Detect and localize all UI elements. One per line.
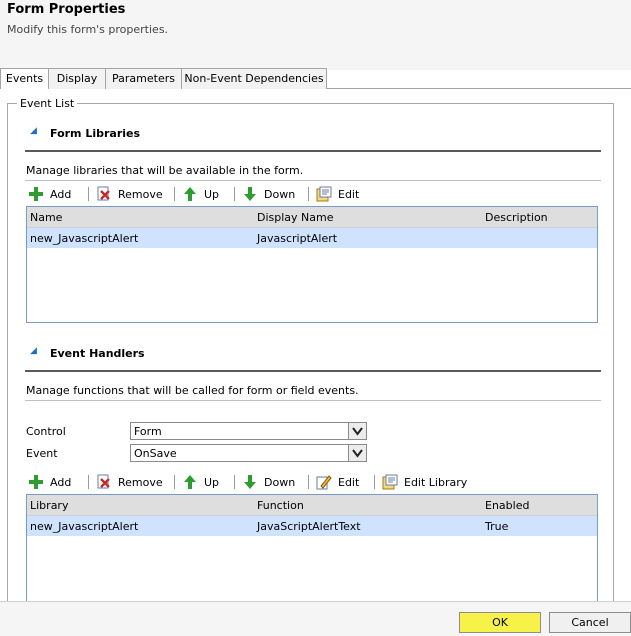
form-libraries-heading: Form Libraries bbox=[50, 127, 141, 140]
add-library-label: Add bbox=[50, 187, 72, 201]
event-select[interactable]: OnSave bbox=[130, 444, 367, 462]
toolbar-separator bbox=[234, 475, 235, 489]
grid-header: Library Function Enabled bbox=[27, 495, 597, 516]
add-library-button[interactable]: Add bbox=[28, 184, 71, 204]
toolbar-separator bbox=[88, 475, 89, 489]
ok-button[interactable]: OK bbox=[459, 612, 541, 633]
control-select[interactable]: Form bbox=[130, 422, 367, 440]
add-icon bbox=[28, 474, 44, 490]
event-list-legend: Event List bbox=[17, 97, 78, 110]
remove-icon bbox=[96, 186, 112, 202]
toolbar-separator bbox=[174, 475, 175, 489]
grid-header: Name Display Name Description bbox=[27, 207, 597, 228]
pencil-edit-icon bbox=[316, 474, 332, 490]
remove-handler-button[interactable]: Remove bbox=[96, 472, 163, 492]
toolbar-separator bbox=[174, 187, 175, 201]
edit-library-label: Edit bbox=[338, 187, 360, 201]
events-tab-panel: Event List ◢ Form Libraries Manage libra… bbox=[0, 89, 631, 623]
event-handlers-heading: Event Handlers bbox=[50, 347, 145, 360]
tab-events[interactable]: Events bbox=[0, 68, 49, 90]
remove-icon bbox=[96, 474, 112, 490]
column-header-display-name[interactable]: Display Name bbox=[257, 211, 334, 224]
section-divider bbox=[25, 150, 601, 152]
edit-handler-button[interactable]: Edit bbox=[316, 472, 359, 492]
column-header-function[interactable]: Function bbox=[257, 499, 304, 512]
column-header-name[interactable]: Name bbox=[30, 211, 62, 224]
chevron-down-icon[interactable] bbox=[348, 445, 366, 461]
toolbar-separator bbox=[308, 187, 309, 201]
tab-non-event-dependencies[interactable]: Non-Event Dependencies bbox=[181, 68, 327, 89]
handler-function-cell: JavaScriptAlertText bbox=[257, 520, 361, 533]
edit-library-handler-label: Edit Library bbox=[404, 475, 468, 489]
form-libraries-grid: Name Display Name Description new_Javasc… bbox=[26, 206, 598, 323]
collapse-triangle-icon[interactable]: ◢ bbox=[30, 126, 37, 136]
remove-library-label: Remove bbox=[118, 187, 163, 201]
toolbar-separator bbox=[308, 475, 309, 489]
column-header-library[interactable]: Library bbox=[30, 499, 68, 512]
section-divider-thin bbox=[25, 400, 601, 401]
dialog-footer: OK Cancel bbox=[0, 601, 631, 636]
add-handler-button[interactable]: Add bbox=[28, 472, 71, 492]
section-divider bbox=[25, 370, 601, 372]
move-up-handler-label: Up bbox=[204, 475, 220, 489]
dialog-header: Form Properties Modify this form's prope… bbox=[0, 0, 631, 70]
edit-library-handler-button[interactable]: Edit Library bbox=[382, 472, 467, 492]
control-label: Control bbox=[26, 425, 66, 438]
down-arrow-icon bbox=[242, 186, 258, 202]
edit-handler-label: Edit bbox=[338, 475, 360, 489]
column-header-description[interactable]: Description bbox=[485, 211, 548, 224]
event-handlers-toolbar: Add Remove Up Down Edit Edit Library bbox=[26, 472, 598, 492]
cancel-button[interactable]: Cancel bbox=[549, 612, 631, 633]
control-select-value: Form bbox=[134, 425, 162, 438]
dialog-subtitle: Modify this form's properties. bbox=[7, 23, 169, 36]
form-libraries-toolbar: Add Remove Up Down Edit bbox=[26, 184, 598, 204]
handler-library-cell: new_JavascriptAlert bbox=[30, 520, 139, 533]
form-libraries-description: Manage libraries that will be available … bbox=[26, 164, 304, 177]
add-handler-label: Add bbox=[50, 475, 72, 489]
move-up-library-button[interactable]: Up bbox=[182, 184, 219, 204]
move-down-library-button[interactable]: Down bbox=[242, 184, 295, 204]
table-row[interactable]: new_JavascriptAlert JavaScriptAlertText … bbox=[27, 516, 597, 536]
move-down-library-label: Down bbox=[264, 187, 296, 201]
handler-enabled-cell: True bbox=[485, 520, 509, 533]
toolbar-separator bbox=[88, 187, 89, 201]
chevron-down-icon[interactable] bbox=[348, 423, 366, 439]
move-down-handler-label: Down bbox=[264, 475, 296, 489]
toolbar-separator bbox=[234, 187, 235, 201]
move-up-library-label: Up bbox=[204, 187, 220, 201]
tab-parameters[interactable]: Parameters bbox=[105, 68, 182, 89]
up-arrow-icon bbox=[182, 474, 198, 490]
event-handlers-grid: Library Function Enabled new_JavascriptA… bbox=[26, 494, 598, 614]
edit-library-icon bbox=[382, 474, 398, 490]
edit-library-button[interactable]: Edit bbox=[316, 184, 359, 204]
move-down-handler-button[interactable]: Down bbox=[242, 472, 295, 492]
library-name-cell: new_JavascriptAlert bbox=[30, 232, 139, 245]
add-icon bbox=[28, 186, 44, 202]
collapse-triangle-icon[interactable]: ◢ bbox=[30, 346, 37, 356]
up-arrow-icon bbox=[182, 186, 198, 202]
dialog-title: Form Properties bbox=[7, 2, 126, 17]
edit-icon bbox=[316, 186, 332, 202]
library-display-name-cell: JavascriptAlert bbox=[257, 232, 338, 245]
remove-handler-label: Remove bbox=[118, 475, 163, 489]
toolbar-separator bbox=[374, 475, 375, 489]
tab-display[interactable]: Display bbox=[48, 68, 106, 89]
event-select-value: OnSave bbox=[134, 447, 177, 460]
event-handlers-description: Manage functions that will be called for… bbox=[26, 384, 359, 397]
section-divider-thin bbox=[25, 180, 601, 181]
move-up-handler-button[interactable]: Up bbox=[182, 472, 219, 492]
down-arrow-icon bbox=[242, 474, 258, 490]
remove-library-button[interactable]: Remove bbox=[96, 184, 163, 204]
table-row[interactable]: new_JavascriptAlert JavascriptAlert bbox=[27, 228, 597, 248]
column-header-enabled[interactable]: Enabled bbox=[485, 499, 529, 512]
tab-strip: Events Display Parameters Non-Event Depe… bbox=[0, 68, 631, 90]
event-label: Event bbox=[26, 447, 58, 460]
